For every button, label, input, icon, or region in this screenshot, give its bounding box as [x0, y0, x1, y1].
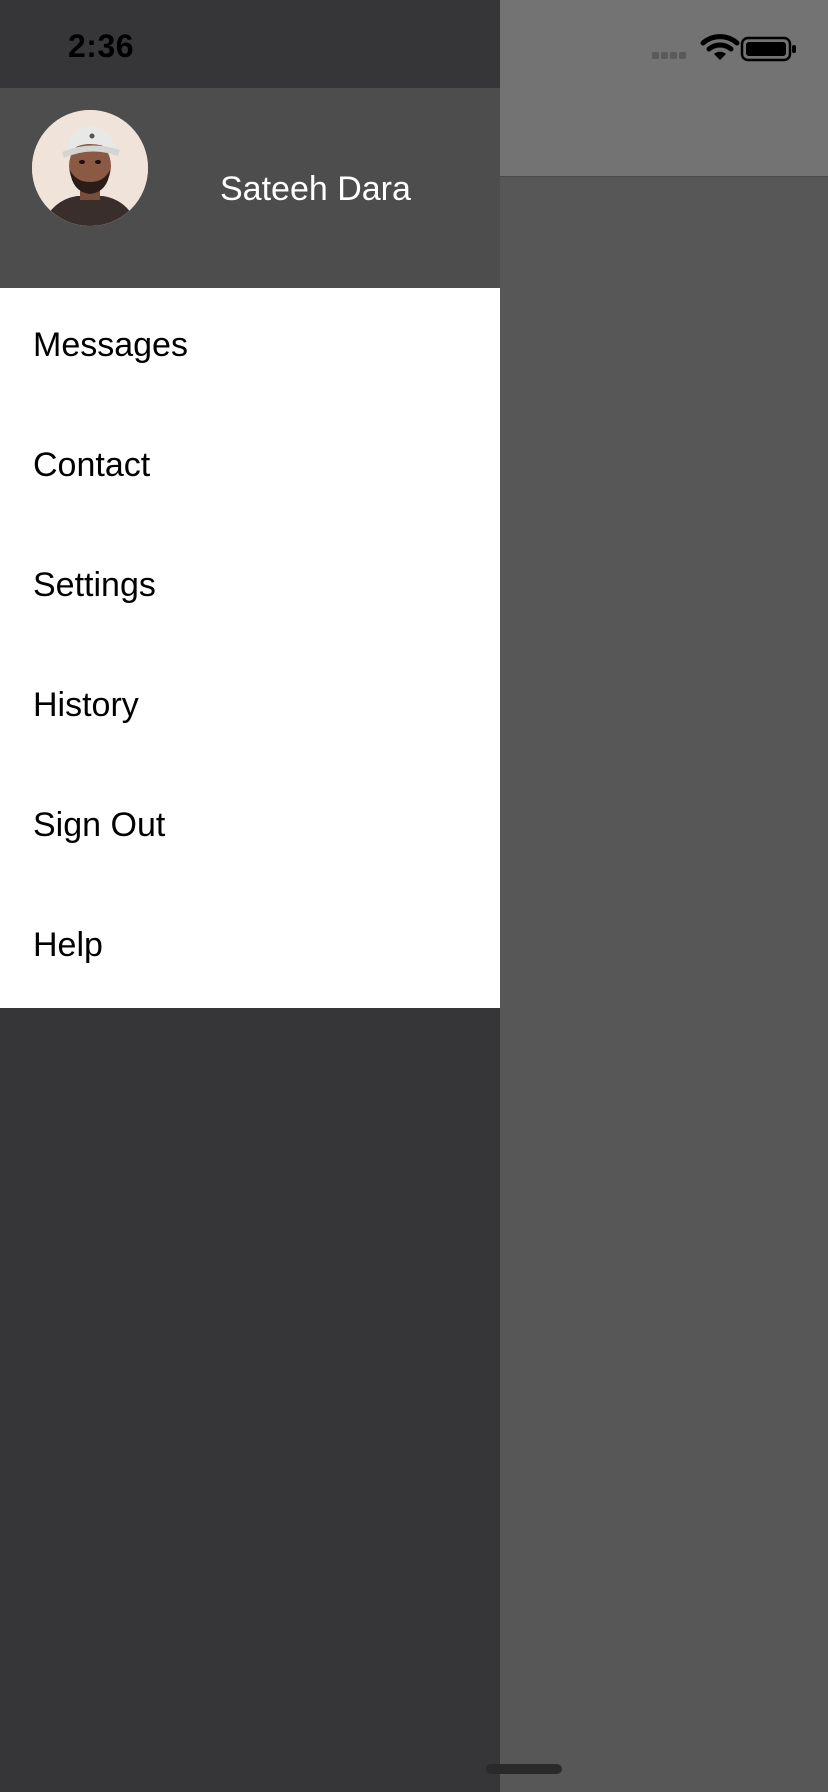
- background-navbar[interactable]: [500, 0, 828, 177]
- battery-icon: [740, 36, 796, 62]
- background-content-overlay[interactable]: [500, 177, 828, 1792]
- wifi-icon: [700, 34, 740, 60]
- menu-item-messages[interactable]: Messages: [0, 288, 500, 408]
- drawer-status-bar: 2:36: [0, 0, 500, 88]
- cellular-signal-icon: [652, 52, 686, 59]
- menu-item-settings[interactable]: Settings: [0, 528, 500, 648]
- menu-item-label: Settings: [33, 566, 156, 604]
- side-drawer: 2:36 Sateeh Dara Messages Contact Settin…: [0, 0, 500, 1792]
- menu-item-label: Contact: [33, 446, 151, 484]
- menu-item-label: Messages: [33, 326, 188, 364]
- drawer-header: Sateeh Dara: [0, 88, 500, 288]
- drawer-menu: Messages Contact Settings History Sign O…: [0, 288, 500, 1008]
- menu-item-label: Help: [33, 926, 103, 964]
- menu-item-sign-out[interactable]: Sign Out: [0, 768, 500, 888]
- menu-item-help[interactable]: Help: [0, 888, 500, 1008]
- home-indicator[interactable]: [486, 1764, 562, 1774]
- menu-item-history[interactable]: History: [0, 648, 500, 768]
- user-name: Sateeh Dara: [220, 170, 411, 208]
- menu-item-label: History: [33, 686, 139, 724]
- status-time: 2:36: [68, 28, 135, 64]
- status-icons: [650, 34, 800, 64]
- menu-item-label: Sign Out: [33, 806, 166, 844]
- user-avatar[interactable]: [32, 110, 148, 226]
- menu-item-contact[interactable]: Contact: [0, 408, 500, 528]
- app-screen: 2:36 Sateeh Dara Messages Contact Settin…: [0, 0, 828, 1792]
